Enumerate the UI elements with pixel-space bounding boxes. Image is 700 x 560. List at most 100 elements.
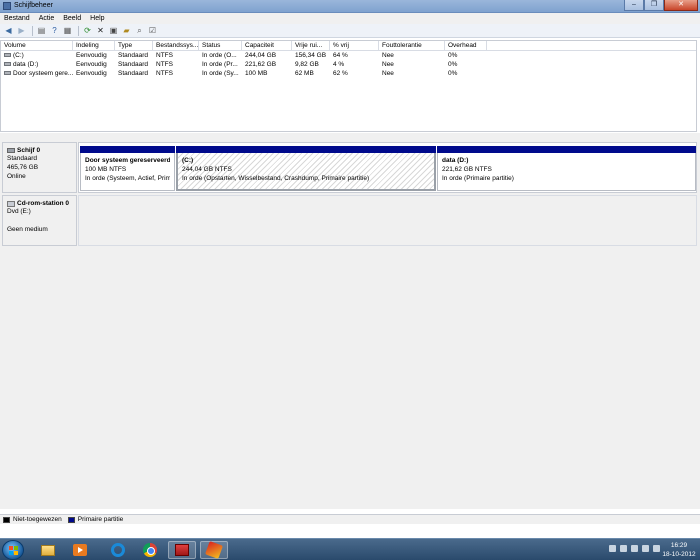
start-button[interactable] — [2, 540, 24, 560]
column-header[interactable]: Vrije rui... — [292, 41, 330, 50]
title-bar: Schijfbeheer – ❐ ✕ — [0, 0, 700, 13]
partition-body: Door systeem gereserveerd 100 MB NTFS In… — [80, 153, 175, 191]
table-cell: Standaard — [118, 52, 148, 59]
table-row[interactable]: Door systeem gere... Eenvoudig Standaard NT… — [1, 69, 696, 78]
partition-c[interactable]: (C:) 244,04 GB NTFS In orde (Opstarten, … — [176, 146, 436, 191]
column-header[interactable]: Volume — [1, 41, 73, 50]
legend-label-unallocated: Niet-toegewezen — [13, 516, 62, 523]
options-icon[interactable]: ☑ — [147, 25, 158, 36]
toolbar-separator — [78, 25, 79, 36]
partition-size: 221,62 GB NTFS — [442, 166, 492, 173]
tray-network-icon[interactable] — [631, 545, 638, 552]
minimize-button[interactable]: – — [624, 0, 644, 11]
partition-d[interactable]: data (D:) 221,62 GB NTFS In orde (Primai… — [437, 146, 696, 191]
table-cell: In orde (Sy... — [202, 70, 239, 77]
cdrom-area[interactable] — [78, 195, 697, 246]
table-cell: Nee — [382, 52, 394, 59]
hard-disk-icon — [7, 148, 15, 153]
table-cell: Eenvoudig — [76, 61, 107, 68]
tray-volume-icon[interactable] — [653, 545, 660, 552]
forward-icon[interactable]: ▶ — [16, 25, 27, 36]
partition-name: (C:) — [182, 157, 194, 164]
properties-icon[interactable]: ▦ — [62, 25, 73, 36]
open-icon[interactable]: ▰ — [121, 25, 132, 36]
disk-name: Schijf 0 — [17, 147, 41, 154]
table-cell: 156,34 GB — [295, 52, 327, 59]
menu-help[interactable]: Help — [90, 15, 104, 22]
column-header[interactable]: % vrij — [330, 41, 379, 50]
disk-status: Online — [7, 173, 26, 180]
delete-icon[interactable]: ✕ — [95, 25, 106, 36]
disk-status: Geen medium — [7, 226, 48, 233]
table-cell: 62 MB — [295, 70, 314, 77]
column-header[interactable]: Type — [115, 41, 153, 50]
volume-name: Door systeem gere... — [13, 70, 73, 77]
tray-arrow-icon[interactable] — [609, 545, 616, 552]
system-tray — [605, 545, 660, 552]
taskbar-disk-management[interactable] — [168, 541, 196, 559]
disk-title: Cd-rom-station 0 — [7, 200, 72, 207]
taskbar-explorer[interactable] — [34, 541, 62, 559]
column-header[interactable]: Status — [199, 41, 242, 50]
tray-flag-icon[interactable] — [620, 545, 627, 552]
partition-size: 100 MB NTFS — [85, 166, 127, 173]
disk-row-schijf-0: Schijf 0 Standaard 465,76 GB Online Door… — [0, 142, 697, 193]
volume-name: data (D:) — [13, 61, 39, 68]
menu-actie[interactable]: Actie — [39, 15, 55, 22]
table-cell: Standaard — [118, 70, 148, 77]
volume-icon — [4, 71, 11, 76]
partition-name: data (D:) — [442, 157, 469, 164]
volume-icon — [4, 53, 11, 58]
partition-system-reserved[interactable]: Door systeem gereserveerd 100 MB NTFS In… — [80, 146, 175, 191]
disk-label[interactable]: Schijf 0 Standaard 465,76 GB Online — [2, 142, 77, 193]
legend-label-primary: Primaire partitie — [77, 516, 124, 523]
format-icon[interactable]: ▣ — [108, 25, 119, 36]
column-header[interactable]: Fouttolerantie — [379, 41, 445, 50]
column-header[interactable]: Overhead — [445, 41, 487, 50]
list-view-icon[interactable]: ▤ — [36, 25, 47, 36]
tool-app-icon — [205, 541, 223, 559]
partition-bar — [437, 146, 696, 153]
disk-name: Cd-rom-station 0 — [17, 200, 69, 207]
column-header[interactable]: Bestandssys... — [153, 41, 199, 50]
back-icon[interactable]: ◀ — [3, 25, 14, 36]
partition-size: 244,04 GB NTFS — [182, 166, 232, 173]
toolbar-separator — [32, 25, 33, 36]
taskbar-clock[interactable]: 16:29 18-10-2012 — [662, 541, 696, 559]
table-cell: In orde (Pr... — [202, 61, 238, 68]
window-title: Schijfbeheer — [14, 2, 53, 9]
column-header[interactable]: Indeling — [73, 41, 115, 50]
table-row[interactable]: data (D:) Eenvoudig Standaard NTFS In orde (… — [1, 60, 696, 69]
taskbar-internet-explorer[interactable] — [104, 541, 132, 559]
search-icon[interactable]: ⌕ — [134, 25, 145, 36]
table-cell: 62 % — [333, 70, 348, 77]
table-cell: Eenvoudig — [76, 70, 107, 77]
refresh-icon[interactable]: ⟳ — [82, 25, 93, 36]
table-cell: NTFS — [156, 70, 173, 77]
disk-title: Schijf 0 — [7, 147, 72, 154]
tray-monitor-icon[interactable] — [642, 545, 649, 552]
table-cell: Nee — [382, 61, 394, 68]
disk-management-icon — [175, 544, 189, 556]
column-header[interactable]: Capaciteit — [242, 41, 292, 50]
disk-partitions: Door systeem gereserveerd 100 MB NTFS In… — [78, 142, 697, 193]
taskbar-chrome[interactable] — [136, 541, 164, 559]
disk-type: Dvd (E:) — [7, 208, 31, 215]
help-icon[interactable]: ? — [49, 25, 60, 36]
volume-icon — [4, 62, 11, 67]
menu-beeld[interactable]: Beeld — [63, 15, 81, 22]
disk-label[interactable]: Cd-rom-station 0 Dvd (E:) Geen medium — [2, 195, 77, 246]
taskbar: 16:29 18-10-2012 — [0, 538, 700, 560]
disk-management-icon — [3, 2, 11, 10]
table-row[interactable]: (C:) Eenvoudig Standaard NTFS In orde (O... 2… — [1, 51, 696, 60]
menu-bestand[interactable]: Bestand — [4, 15, 30, 22]
legend-bar: Niet-toegewezen Primaire partitie — [0, 514, 700, 524]
taskbar-tool[interactable] — [200, 541, 228, 559]
close-button[interactable]: ✕ — [664, 0, 698, 11]
folder-icon — [41, 544, 55, 556]
window-controls: – ❐ ✕ — [624, 0, 698, 12]
maximize-button[interactable]: ❐ — [644, 0, 664, 11]
taskbar-media-player[interactable] — [66, 541, 94, 559]
table-cell: 244,04 GB — [245, 52, 277, 59]
partition-status: In orde (Systeem, Actief, Prima — [85, 175, 170, 182]
